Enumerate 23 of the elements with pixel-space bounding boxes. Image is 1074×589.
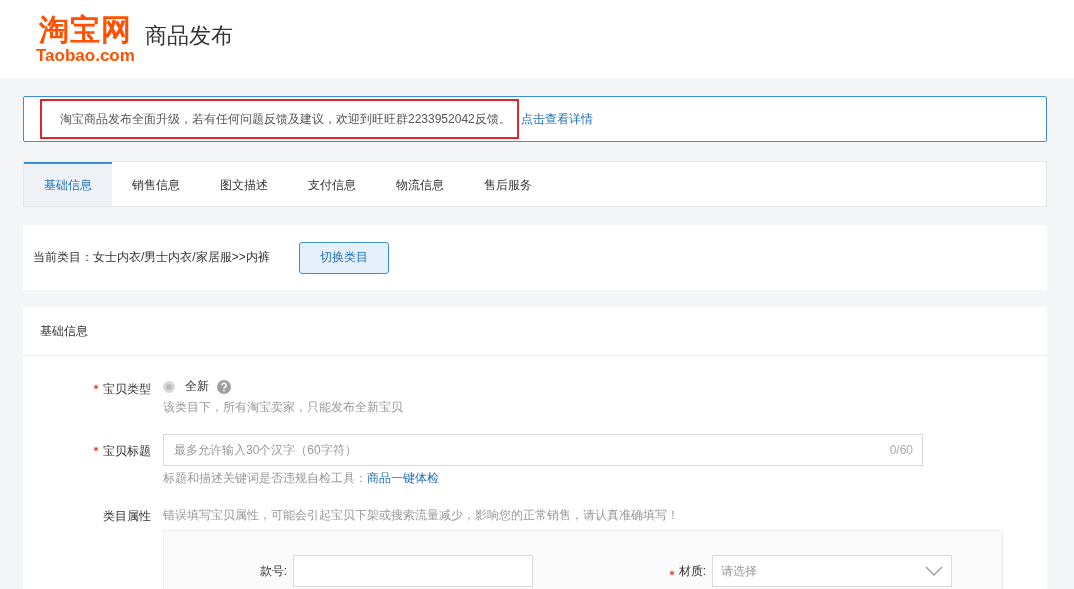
check-tool-link[interactable]: 商品一键体检 — [367, 471, 439, 485]
category-path: 当前类目：女士内衣/男士内衣/家居服>>内裤 — [33, 249, 270, 266]
tab[interactable]: 基础信息 — [24, 162, 112, 206]
help-icon[interactable] — [217, 379, 231, 394]
details-link[interactable]: 点击查看详情 — [520, 110, 593, 128]
character-counter: 0/60 — [889, 443, 913, 457]
input-field[interactable] — [293, 555, 533, 587]
warning-text: 错误填写宝贝属性，可能会引起宝贝下架或搜索流量减少，影响您的正常销售，请认真准确填写！ — [163, 507, 680, 524]
logo-domain: Taobao.com — [36, 46, 135, 64]
field-label: 宝贝标题 — [103, 443, 151, 460]
radio-label: 全新 — [185, 378, 209, 395]
attribute-label: 款号: — [259, 562, 287, 580]
chevron-down-icon — [925, 566, 943, 576]
page-title: 商品发布 — [144, 22, 233, 50]
field-label: 类目属性 — [103, 508, 151, 525]
hint-text: 该类目下，所有淘宝卖家，只能发布全新宝贝 — [163, 399, 403, 416]
field-label: 宝贝类型 — [103, 381, 151, 398]
hint-text: 标题和描述关键词是否违规自检工具：商品一键体检 — [163, 470, 440, 487]
notice-text: 淘宝商品发布全面升级，若有任何问题反馈及建议，欢迎到旺旺群2233952042反馈。 — [60, 110, 511, 128]
switch-category-button[interactable]: 切换类目 — [298, 241, 389, 274]
attribute-label: 材质: — [678, 562, 706, 580]
logo-mark: 淘宝网 — [38, 14, 132, 45]
section-title: 基础信息 — [40, 322, 88, 340]
